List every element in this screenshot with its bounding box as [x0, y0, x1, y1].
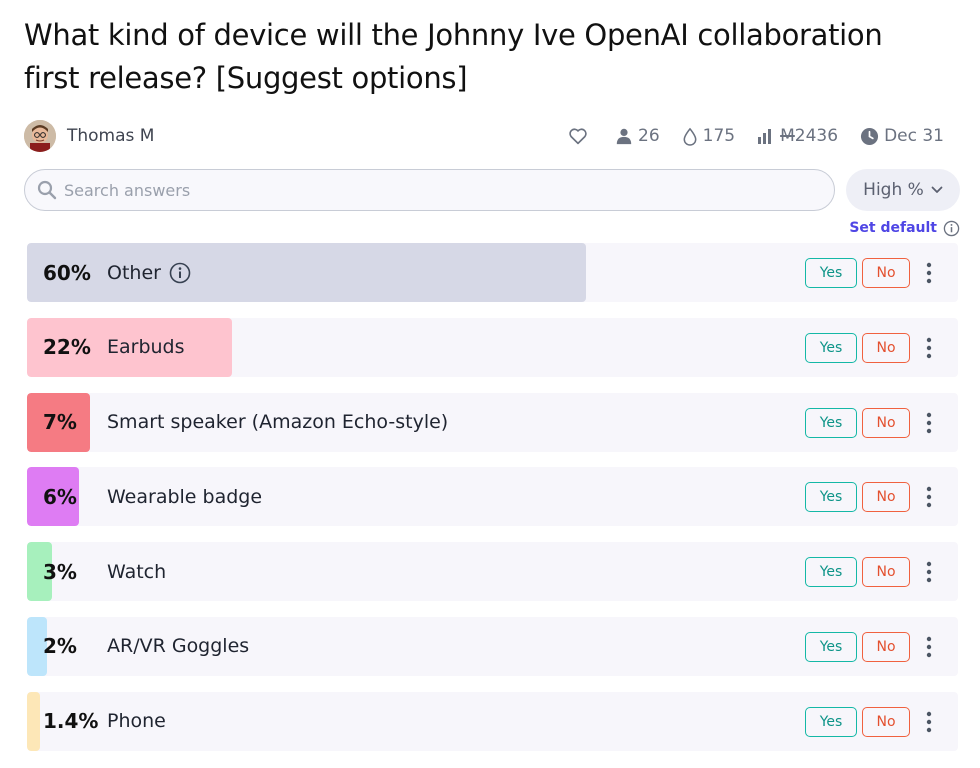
mana-symbol: M [780, 126, 795, 146]
answer-label-wrap: Wearable badge [107, 467, 262, 526]
kebab-menu-icon [926, 262, 932, 284]
answer-row[interactable]: 3% Watch Yes No [27, 542, 958, 602]
answer-probability: 22% [43, 335, 91, 360]
answer-label: Wearable badge [107, 485, 263, 508]
answer-row[interactable]: 2% AR/VR Goggles Yes No [27, 616, 958, 676]
bar-chart-icon [758, 129, 772, 144]
like-button[interactable] [568, 127, 593, 145]
more-options-button[interactable] [919, 632, 939, 662]
answer-label-wrap: Other [107, 243, 191, 302]
answer-probability: 2% [43, 634, 77, 659]
close-date-stat[interactable]: Dec 31 [860, 126, 944, 146]
set-default-label: Set default [849, 220, 937, 236]
no-button[interactable]: No [862, 258, 910, 288]
sort-dropdown[interactable]: High % [846, 169, 960, 211]
answer-row[interactable]: 6% Wearable badge Yes No [27, 467, 958, 527]
answer-label: AR/VR Goggles [107, 635, 250, 658]
more-options-button[interactable] [919, 333, 939, 363]
answer-label-wrap: Phone [107, 692, 166, 751]
answers-list: 60% Other Yes No 22% Earbuds Yes No 7% S… [27, 243, 958, 767]
answer-label: Phone [107, 710, 166, 733]
liquidity-stat[interactable]: 175 [682, 126, 735, 146]
set-default-link[interactable]: Set default [849, 218, 960, 238]
answer-label-wrap: AR/VR Goggles [107, 617, 249, 676]
search-input[interactable] [64, 180, 764, 200]
yes-button[interactable]: Yes [805, 407, 857, 438]
info-icon [943, 220, 960, 236]
clock-icon [861, 127, 879, 145]
kebab-menu-icon [926, 412, 932, 433]
search-icon [37, 180, 57, 200]
more-options-button[interactable] [919, 482, 939, 512]
info-icon[interactable] [169, 262, 191, 284]
answer-label-wrap: Earbuds [107, 318, 185, 377]
market-page: What kind of device will the Johnny Ive … [0, 0, 980, 768]
no-button[interactable]: No [862, 631, 910, 662]
answer-label: Watch [107, 560, 167, 583]
more-options-button[interactable] [919, 258, 939, 288]
answer-label-wrap: Watch [107, 542, 166, 601]
answer-probability: 60% [43, 260, 91, 285]
kebab-menu-icon [926, 636, 932, 658]
answer-row[interactable]: 22% Earbuds Yes No [27, 317, 958, 377]
author-avatar[interactable] [24, 120, 56, 152]
answer-label: Other [107, 261, 161, 284]
answer-probability: 7% [43, 410, 77, 435]
no-button[interactable]: No [862, 706, 910, 737]
yes-button[interactable]: Yes [805, 706, 857, 737]
answer-label: Earbuds [107, 336, 185, 359]
answer-probability: 6% [43, 484, 77, 509]
answer-row[interactable]: 60% Other Yes No [27, 243, 958, 302]
liquidity-value: 175 [702, 126, 736, 146]
answer-probability: 1.4% [43, 709, 99, 734]
kebab-menu-icon [926, 711, 932, 732]
kebab-menu-icon [926, 487, 932, 508]
question-title: What kind of device will the Johnny Ive … [24, 18, 883, 95]
answer-probability: 3% [43, 559, 77, 584]
meta-row: Thomas M 26 175 M 2436 Dec 31 [24, 119, 944, 153]
kebab-menu-icon [926, 337, 932, 358]
yes-button[interactable]: Yes [805, 482, 857, 513]
traders-stat[interactable]: 26 [615, 126, 660, 146]
answer-label-wrap: Smart speaker (Amazon Echo-style) [107, 393, 448, 452]
sort-label: High % [863, 180, 924, 200]
yes-button[interactable]: Yes [805, 631, 857, 662]
no-button[interactable]: No [862, 407, 910, 438]
yes-button[interactable]: Yes [805, 258, 857, 288]
chevron-down-icon [931, 186, 943, 193]
user-icon [616, 128, 632, 145]
no-button[interactable]: No [862, 557, 910, 588]
yes-button[interactable]: Yes [805, 557, 857, 588]
answer-row[interactable]: 1.4% Phone Yes No [27, 691, 958, 751]
no-button[interactable]: No [862, 482, 910, 513]
no-button[interactable]: No [862, 332, 910, 363]
more-options-button[interactable] [919, 557, 939, 587]
close-date: Dec 31 [884, 126, 944, 146]
market-stats: 26 175 M 2436 Dec 31 [568, 126, 944, 146]
more-options-button[interactable] [919, 408, 939, 438]
probability-bar [27, 691, 40, 751]
answer-row[interactable]: 7% Smart speaker (Amazon Echo-style) Yes… [27, 392, 958, 452]
search-bar[interactable] [24, 169, 835, 211]
droplet-icon [683, 127, 697, 146]
answer-label: Smart speaker (Amazon Echo-style) [107, 411, 449, 434]
kebab-menu-icon [926, 561, 932, 583]
user-avatar-icon [24, 120, 56, 152]
more-options-button[interactable] [919, 707, 939, 737]
heart-icon [569, 128, 587, 145]
traders-count: 26 [638, 126, 660, 146]
volume-stat[interactable]: M 2436 [757, 126, 838, 146]
yes-button[interactable]: Yes [805, 332, 857, 363]
volume-value: 2436 [794, 126, 839, 146]
author-name[interactable]: Thomas M [67, 126, 154, 146]
